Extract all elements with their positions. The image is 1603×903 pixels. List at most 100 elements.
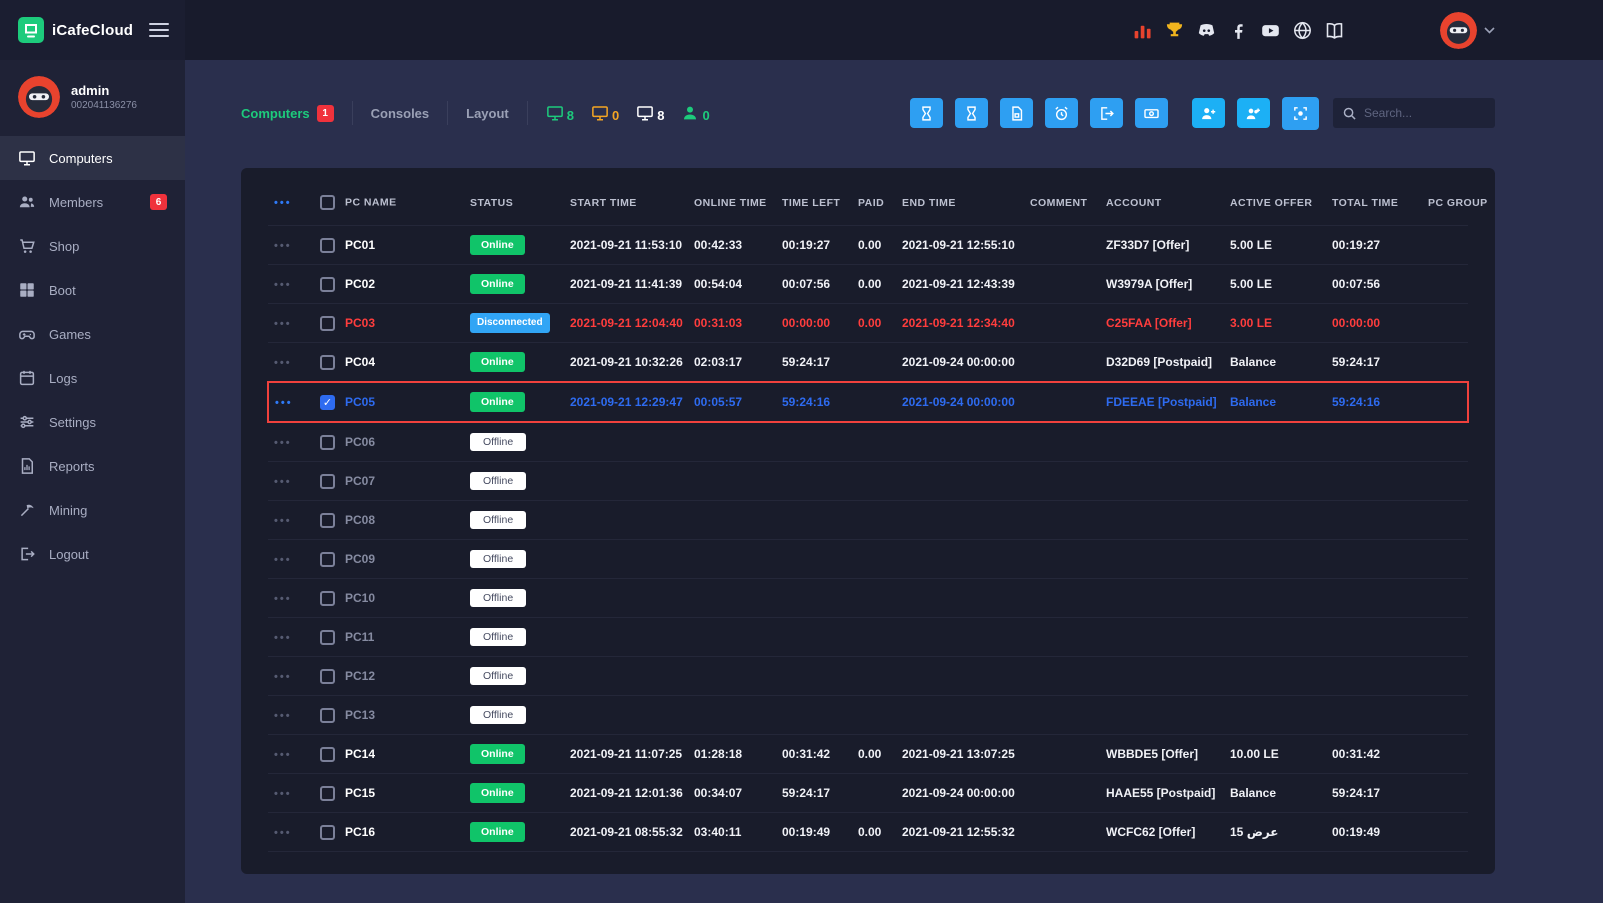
pc-screenshot-button[interactable]: [1282, 97, 1319, 130]
header-actions-menu[interactable]: •••: [274, 197, 292, 209]
row-actions-menu-pc11[interactable]: •••: [274, 632, 292, 644]
row-checkbox-pc03[interactable]: [320, 316, 335, 331]
sidebar-item-shop[interactable]: Shop: [0, 224, 185, 268]
monitor-icon: [18, 149, 36, 167]
row-actions-menu-pc10[interactable]: •••: [274, 593, 292, 605]
account: HAAE55 [Postpaid]: [1100, 774, 1224, 813]
sidebar-item-mining[interactable]: Mining: [0, 488, 185, 532]
table-row-pc15[interactable]: ••• PC15 Online 2021-09-21 12:01:36 00:3…: [268, 774, 1468, 813]
row-actions-menu-pc15[interactable]: •••: [274, 788, 292, 800]
row-checkbox-pc16[interactable]: [320, 825, 335, 840]
members-count-badge: 6: [150, 194, 167, 210]
row-actions-menu-pc07[interactable]: •••: [274, 476, 292, 488]
table-row-pc06[interactable]: ••• PC06 Offline: [268, 422, 1468, 462]
table-row-pc02[interactable]: ••• PC02 Online 2021-09-21 11:41:39 00:5…: [268, 265, 1468, 304]
brand[interactable]: iCafeCloud: [18, 17, 133, 43]
table-row-pc13[interactable]: ••• PC13 Offline: [268, 696, 1468, 735]
hourglass-icon: [963, 105, 980, 122]
row-checkbox-pc07[interactable]: [320, 474, 335, 489]
globe-icon[interactable]: [1292, 20, 1313, 41]
row-checkbox-pc05[interactable]: ✓: [320, 395, 335, 410]
stats-icon[interactable]: [1132, 20, 1153, 41]
table-row-pc05[interactable]: ••• ✓PC05 Online 2021-09-21 12:29:47 00:…: [268, 382, 1468, 422]
row-actions-menu-pc06[interactable]: •••: [274, 437, 292, 449]
sidebar-item-members[interactable]: Members6: [0, 180, 185, 224]
pcs-in-use-counter: 0: [591, 104, 619, 122]
sidebar-item-reports[interactable]: Reports: [0, 444, 185, 488]
menu-toggle-icon[interactable]: [149, 19, 169, 41]
row-checkbox-pc04[interactable]: [320, 355, 335, 370]
row-checkbox-pc09[interactable]: [320, 552, 335, 567]
cash-payment-button[interactable]: [1135, 98, 1168, 128]
pc-name: PC15: [345, 786, 375, 800]
table-row-pc08[interactable]: ••• PC08 Offline: [268, 501, 1468, 540]
search-input[interactable]: [1364, 106, 1485, 120]
add-guest-button[interactable]: [1237, 98, 1270, 128]
table-row-pc04[interactable]: ••• PC04 Online 2021-09-21 10:32:26 02:0…: [268, 343, 1468, 383]
row-checkbox-pc13[interactable]: [320, 708, 335, 723]
table-row-pc07[interactable]: ••• PC07 Offline: [268, 462, 1468, 501]
manual-icon[interactable]: [1324, 20, 1345, 41]
active-offer: Balance: [1224, 382, 1326, 422]
row-checkbox-pc02[interactable]: [320, 277, 335, 292]
sidebar-item-games[interactable]: Games: [0, 312, 185, 356]
row-checkbox-pc06[interactable]: [320, 435, 335, 450]
pc-group: [1422, 657, 1468, 696]
row-checkbox-pc15[interactable]: [320, 786, 335, 801]
trophy-icon[interactable]: [1164, 20, 1185, 41]
row-actions-menu-pc14[interactable]: •••: [274, 749, 292, 761]
table-row-pc10[interactable]: ••• PC10 Offline: [268, 579, 1468, 618]
table-row-pc14[interactable]: ••• PC14 Online 2021-09-21 11:07:25 01:2…: [268, 735, 1468, 774]
row-checkbox-pc11[interactable]: [320, 630, 335, 645]
check-out-button[interactable]: [1090, 98, 1123, 128]
row-checkbox-pc14[interactable]: [320, 747, 335, 762]
table-row-pc12[interactable]: ••• PC12 Offline: [268, 657, 1468, 696]
sidebar-item-computers[interactable]: Computers: [0, 136, 185, 180]
row-actions-menu-pc09[interactable]: •••: [274, 554, 292, 566]
tab-layout[interactable]: Layout: [448, 101, 528, 125]
row-checkbox-pc12[interactable]: [320, 669, 335, 684]
select-all-checkbox[interactable]: [320, 195, 335, 210]
add-member-button[interactable]: [1192, 98, 1225, 128]
row-actions-menu-pc02[interactable]: •••: [274, 279, 292, 291]
row-actions-menu-pc01[interactable]: •••: [274, 240, 292, 252]
row-actions-menu-pc05[interactable]: •••: [275, 397, 293, 409]
sidebar-item-logs[interactable]: Logs: [0, 356, 185, 400]
facebook-icon[interactable]: [1228, 20, 1249, 41]
start-timer-button[interactable]: [910, 98, 943, 128]
row-actions-menu-pc03[interactable]: •••: [274, 318, 292, 330]
top-up-card-button[interactable]: [1000, 98, 1033, 128]
row-checkbox-pc08[interactable]: [320, 513, 335, 528]
tab-consoles[interactable]: Consoles: [353, 101, 449, 125]
sidebar-item-logout[interactable]: Logout: [0, 532, 185, 576]
table-row-pc11[interactable]: ••• PC11 Offline: [268, 618, 1468, 657]
start-time: [564, 618, 688, 657]
column-header-account: ACCOUNT: [1100, 180, 1224, 226]
sidebar-item-boot[interactable]: Boot: [0, 268, 185, 312]
table-row-pc09[interactable]: ••• PC09 Offline: [268, 540, 1468, 579]
table-row-pc01[interactable]: ••• PC01 Online 2021-09-21 11:53:10 00:4…: [268, 226, 1468, 265]
status-badge: Online: [470, 235, 525, 256]
table-row-pc03[interactable]: ••• PC03 Disconnected 2021-09-21 12:04:4…: [268, 304, 1468, 343]
row-actions-menu-pc04[interactable]: •••: [274, 357, 292, 369]
row-actions-menu-pc08[interactable]: •••: [274, 515, 292, 527]
discord-icon[interactable]: [1196, 20, 1217, 41]
youtube-icon[interactable]: [1260, 20, 1281, 41]
row-checkbox-pc10[interactable]: [320, 591, 335, 606]
row-checkbox-pc01[interactable]: [320, 238, 335, 253]
row-actions-menu-pc13[interactable]: •••: [274, 710, 292, 722]
comment: [1024, 501, 1100, 540]
account: [1100, 696, 1224, 735]
row-actions-menu-pc12[interactable]: •••: [274, 671, 292, 683]
stop-timer-button[interactable]: [955, 98, 988, 128]
tab-computers[interactable]: Computers1: [241, 101, 353, 125]
total-time: [1326, 540, 1422, 579]
set-alarm-button[interactable]: [1045, 98, 1078, 128]
row-actions-menu-pc16[interactable]: •••: [274, 827, 292, 839]
table-row-pc16[interactable]: ••• PC16 Online 2021-09-21 08:55:32 03:4…: [268, 813, 1468, 852]
end-time: 2021-09-21 12:55:32: [896, 813, 1024, 852]
sidebar-item-label: Reports: [49, 459, 95, 474]
user-menu[interactable]: [1440, 12, 1495, 49]
time-left: [776, 501, 852, 540]
sidebar-item-settings[interactable]: Settings: [0, 400, 185, 444]
